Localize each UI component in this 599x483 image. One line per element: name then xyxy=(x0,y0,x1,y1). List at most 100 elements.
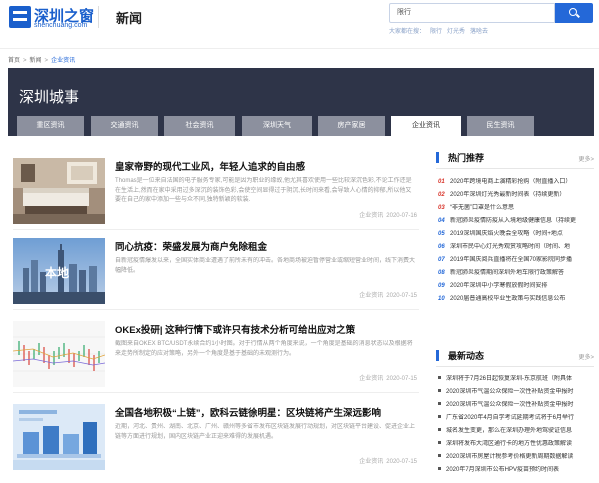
logo-domain: shenchuang.com xyxy=(34,22,88,29)
breadcrumb: 首页 > 新闻 > 企业资讯 xyxy=(8,58,76,64)
news-item-title[interactable]: 2020深圳市气温公众保险一次性补贴资金申报时 xyxy=(446,402,573,408)
hot-item-title[interactable]: 深圳市民中心灯光秀观赏攻略时间（时间、地 xyxy=(450,244,570,250)
hot-item-title[interactable]: 2019年国庆阅兵直播将在全国70家影院同步播 xyxy=(450,257,572,263)
rank-number: 05 xyxy=(438,231,445,237)
article-date: 2020-07-15 xyxy=(386,459,417,465)
news-item-title[interactable]: 2020深圳市气温公众保险一次性补贴资金申报时 xyxy=(446,389,573,395)
bullet-icon xyxy=(438,376,441,380)
tab-home-living[interactable]: 房产家居 xyxy=(318,116,385,136)
divider xyxy=(13,392,419,393)
tab-enterprise-news[interactable]: 企业资讯 xyxy=(391,116,461,136)
tab-livelihood-news[interactable]: 民生资讯 xyxy=(467,116,534,136)
tab-district-news[interactable]: 重区资讯 xyxy=(17,116,84,136)
hot-item-title[interactable]: 2019深圳国庆焰火晚会全攻略（时间+地点 xyxy=(450,231,563,237)
hot-item-title[interactable]: 2020届普通高校毕业生政策与实践信息公布 xyxy=(450,296,565,302)
tab-social-news[interactable]: 社会资讯 xyxy=(164,116,235,136)
article-summary: 自新冠疫情爆发以来，全国实体商业遭遇了前所未有的冲击。各地商场被迫暂停营业或缩短… xyxy=(115,258,416,274)
bullet-icon xyxy=(438,454,441,458)
tab-traffic-news[interactable]: 交通资讯 xyxy=(91,116,158,136)
banner-title: 深圳城事 xyxy=(19,89,80,106)
hot-item-title[interactable]: 2020年跨境电商上演精彩抢购（附直播入口） xyxy=(450,179,571,185)
more-link[interactable]: 更多> xyxy=(578,352,594,361)
news-item-title[interactable]: 深圳将发布大湾区通行卡的地方性优惠政策解读 xyxy=(446,441,572,447)
news-item-title[interactable]: 2020深圳市房屋计税参考价格更新周期数据解读 xyxy=(446,454,573,460)
hot-search-link[interactable]: 限行 xyxy=(430,29,442,35)
header-divider xyxy=(98,6,99,28)
more-link[interactable]: 更多> xyxy=(578,154,594,163)
article-item[interactable]: 全国各地积极“上链”，欧科云链徐明星：区块链将产生深远影响 近期，河北、贵州、湖… xyxy=(13,397,419,477)
article-item[interactable]: 皇家帝野的现代工业风，年轻人追求的自由感 Thomas是一位来自法国的电子服务专… xyxy=(13,151,419,231)
hot-item[interactable]: 10 2020届普通高校毕业生政策与实践信息公布 xyxy=(438,295,594,304)
divider xyxy=(436,366,594,367)
news-item[interactable]: 深圳将于7月26日起恢复深圳-东京航班（附具体 xyxy=(438,375,594,384)
hot-item-title[interactable]: “非无菌”口罩是什么意思 xyxy=(450,205,514,211)
article-meta: 企业资讯 2020-07-15 xyxy=(356,290,417,299)
site-header: 深圳之窗 shenchuang.com 新闻 限行 大家都在搜： 限行 灯光秀 落啥去 xyxy=(0,0,599,46)
hot-item[interactable]: 04 新冠肺炎疫情防疫从入境地级健康信息（持续更 xyxy=(438,217,594,226)
breadcrumb-home[interactable]: 首页 xyxy=(8,58,20,64)
hot-item-title[interactable]: 新冠肺炎疫情防疫从入境地级健康信息（持续更 xyxy=(450,218,576,224)
category-banner: 深圳城事 重区资讯 交通资讯 社会资讯 深圳天气 房产家居 企业资讯 民生资讯 xyxy=(8,68,594,136)
rank-number: 01 xyxy=(438,179,445,185)
hot-item[interactable]: 09 2020年深圳中小学寒假放假时间安排 xyxy=(438,282,594,291)
article-title[interactable]: OKEx投研| 这种行情下或许只有技术分析可给出应对之策 xyxy=(115,322,355,336)
news-item[interactable]: 2020深圳市气温公众保险一次性补贴资金申报时 xyxy=(438,388,594,397)
hot-item-title[interactable]: 新冠肺炎疫情期间深圳外地车限行政策解答 xyxy=(450,270,564,276)
news-item-title[interactable]: 2020年7月深圳市公布HPV疫苗预约时间表 xyxy=(446,467,559,473)
breadcrumb-current[interactable]: 企业资讯 xyxy=(51,58,75,64)
hot-recommend-header: 热门推荐 更多> xyxy=(436,151,594,169)
rank-number: 07 xyxy=(438,257,445,263)
hot-item[interactable]: 05 2019深圳国庆焰火晚会全攻略（时间+地点 xyxy=(438,230,594,239)
article-title[interactable]: 全国各地积极“上链”，欧科云链徐明星：区块链将产生深远影响 xyxy=(115,405,381,419)
rank-number: 02 xyxy=(438,192,445,198)
news-item-title[interactable]: 深圳将于7月26日起恢复深圳-东京航班（附具体 xyxy=(446,376,572,382)
article-source[interactable]: 企业资讯 xyxy=(359,213,383,219)
news-item-title[interactable]: 城名发生变更，那么在深圳办理外地驾驶证信息 xyxy=(446,428,572,434)
hot-item-title[interactable]: 2020年深圳中小学寒假放假时间安排 xyxy=(450,283,547,289)
site-logo[interactable]: 深圳之窗 shenchuang.com xyxy=(9,6,94,32)
article-thumbnail[interactable] xyxy=(13,404,105,470)
divider xyxy=(13,229,419,230)
article-title[interactable]: 同心抗疫：荣盛发展为商户免除租金 xyxy=(115,239,267,253)
logo-icon xyxy=(9,6,31,28)
hot-item-title[interactable]: 2020年深圳灯光秀最新时间表（持续更新） xyxy=(450,192,565,198)
article-source[interactable]: 企业资讯 xyxy=(359,293,383,299)
news-item[interactable]: 深圳将发布大湾区通行卡的地方性优惠政策解读 xyxy=(438,440,594,449)
article-thumbnail[interactable] xyxy=(13,321,105,387)
section-title[interactable]: 新闻 xyxy=(116,8,142,27)
article-thumbnail[interactable]: 本地 xyxy=(13,238,105,304)
news-item[interactable]: 2020深圳市气温公众保险一次性补贴资金申报时 xyxy=(438,401,594,410)
breadcrumb-news[interactable]: 新闻 xyxy=(30,58,42,64)
news-item[interactable]: 广东省2020年4月自学考试延期考试将于6月举行 xyxy=(438,414,594,423)
tab-weather[interactable]: 深圳天气 xyxy=(242,116,312,136)
section-marker xyxy=(436,152,439,163)
hot-item[interactable]: 08 新冠肺炎疫情期间深圳外地车限行政策解答 xyxy=(438,269,594,278)
hot-search-link[interactable]: 落啥去 xyxy=(470,29,488,35)
hot-item[interactable]: 03 “非无菌”口罩是什么意思 xyxy=(438,204,594,213)
article-meta: 企业资讯 2020-07-16 xyxy=(356,210,417,219)
article-source[interactable]: 企业资讯 xyxy=(359,459,383,465)
hot-item[interactable]: 02 2020年深圳灯光秀最新时间表（持续更新） xyxy=(438,191,594,200)
hot-item[interactable]: 01 2020年跨境电商上演精彩抢购（附直播入口） xyxy=(438,178,594,187)
article-item[interactable]: 本地 同心抗疫：荣盛发展为商户免除租金 自新冠疫情爆发以来，全国实体商业遭遇了前… xyxy=(13,231,419,311)
article-title[interactable]: 皇家帝野的现代工业风，年轻人追求的自由感 xyxy=(115,159,305,173)
article-item[interactable]: OKEx投研| 这种行情下或许只有技术分析可给出应对之策 截图来自OKEX BT… xyxy=(13,314,419,394)
article-thumbnail[interactable] xyxy=(13,158,105,224)
news-item-title[interactable]: 广东省2020年4月自学考试延期考试将于6月举行 xyxy=(446,415,574,421)
news-item[interactable]: 城名发生变更，那么在深圳办理外地驾驶证信息 xyxy=(438,427,594,436)
article-meta: 企业资讯 2020-07-15 xyxy=(356,456,417,465)
latest-news-title: 最新动态 xyxy=(448,351,485,361)
hot-item[interactable]: 06 深圳市民中心灯光秀观赏攻略时间（时间、地 xyxy=(438,243,594,252)
news-item[interactable]: 2020深圳市房屋计税参考价格更新周期数据解读 xyxy=(438,453,594,462)
rank-number: 04 xyxy=(438,218,445,224)
article-source[interactable]: 企业资讯 xyxy=(359,376,383,382)
hot-recommend-title: 热门推荐 xyxy=(448,153,485,163)
news-item[interactable]: 2020年7月深圳市公布HPV疫苗预约时间表 xyxy=(438,466,594,475)
section-marker xyxy=(436,350,439,361)
hot-item[interactable]: 07 2019年国庆阅兵直播将在全国70家影院同步播 xyxy=(438,256,594,265)
search-input[interactable]: 限行 xyxy=(389,3,555,23)
rank-number: 10 xyxy=(438,296,445,302)
hot-searches-label: 大家都在搜： xyxy=(389,29,426,35)
hot-search-link[interactable]: 灯光秀 xyxy=(447,29,465,35)
search-button[interactable] xyxy=(555,3,593,23)
